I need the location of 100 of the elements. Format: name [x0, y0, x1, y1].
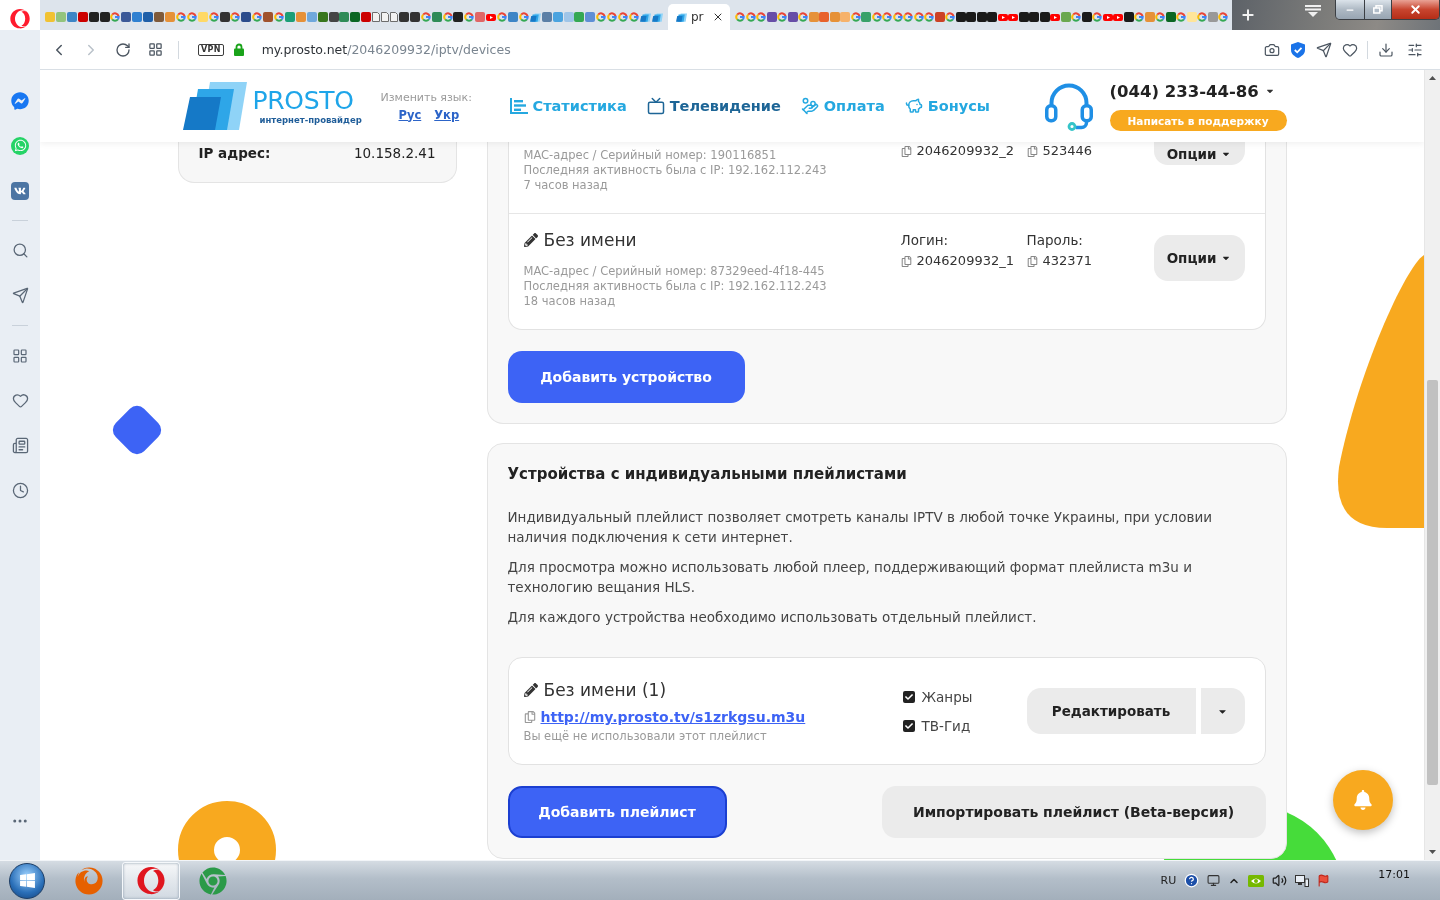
- square-icon[interactable]: [1029, 12, 1039, 22]
- g-icon[interactable]: [596, 12, 607, 22]
- stripes-logo-icon[interactable]: [182, 82, 247, 130]
- play-icon[interactable]: [486, 13, 497, 21]
- document-icon[interactable]: [381, 12, 390, 22]
- g-icon[interactable]: [756, 12, 766, 22]
- square-icon[interactable]: [1018, 12, 1029, 22]
- square-icon[interactable]: [219, 12, 230, 22]
- g-icon[interactable]: [1218, 12, 1228, 22]
- bell-button[interactable]: [1333, 770, 1393, 830]
- g-icon[interactable]: [735, 12, 745, 22]
- play-icon[interactable]: [1113, 13, 1123, 21]
- g-icon[interactable]: [924, 12, 934, 22]
- g-icon[interactable]: [497, 12, 508, 22]
- g-icon[interactable]: [1197, 12, 1207, 22]
- add-device-button[interactable]: Добавить устройство: [507, 351, 745, 403]
- square-icon[interactable]: [99, 12, 110, 22]
- g-icon[interactable]: [1176, 12, 1186, 22]
- square-icon[interactable]: [1039, 12, 1050, 22]
- g-icon[interactable]: [798, 12, 808, 22]
- checkbox[interactable]: [902, 690, 915, 703]
- reload-icon[interactable]: [115, 41, 131, 58]
- square-icon[interactable]: [966, 12, 976, 22]
- heart-icon[interactable]: [1342, 41, 1358, 58]
- square-icon[interactable]: [241, 12, 252, 22]
- scroll-down-icon[interactable]: [1429, 850, 1436, 854]
- address-field[interactable]: my.prosto.net/2046209932/iptv/devices: [261, 42, 511, 57]
- stripes-logo-icon[interactable]: [639, 12, 651, 22]
- g-icon[interactable]: [777, 12, 787, 22]
- play-icon[interactable]: [997, 13, 1008, 21]
- square-icon[interactable]: [976, 12, 987, 22]
- nav-link[interactable]: Телевидение: [646, 97, 781, 115]
- stripes-logo-icon[interactable]: [676, 12, 687, 22]
- play-icon[interactable]: [1102, 13, 1113, 21]
- phone-bubble-icon[interactable]: [11, 136, 29, 155]
- play-icon[interactable]: [1050, 13, 1060, 21]
- g-icon[interactable]: [274, 12, 285, 22]
- g-icon[interactable]: [903, 12, 913, 22]
- g-icon[interactable]: [745, 12, 756, 22]
- chat-bubble-icon[interactable]: [11, 91, 29, 110]
- fox-globe-icon[interactable]: [75, 866, 103, 895]
- network-icon[interactable]: [1295, 874, 1310, 887]
- grid-icon[interactable]: [147, 42, 163, 57]
- g-icon[interactable]: [175, 12, 186, 22]
- import-playlist-button[interactable]: Импортировать плейлист (Beta-версия): [881, 786, 1266, 838]
- language-indicator[interactable]: RU: [1160, 874, 1177, 887]
- shield-icon[interactable]: [1291, 41, 1305, 58]
- settings-icon[interactable]: [1407, 41, 1423, 58]
- square-logo-icon[interactable]: [11, 181, 29, 200]
- search-icon[interactable]: [11, 242, 29, 259]
- g-icon[interactable]: [186, 12, 197, 22]
- checkbox[interactable]: [902, 719, 915, 732]
- camera-icon[interactable]: [1264, 41, 1280, 58]
- vpn-badge[interactable]: VPN: [198, 43, 224, 56]
- tab-menu-icon[interactable]: [1305, 5, 1321, 17]
- send-icon[interactable]: [11, 287, 29, 304]
- square-icon[interactable]: [453, 12, 464, 22]
- ring-logo-icon[interactable]: [10, 9, 30, 29]
- close-button[interactable]: [1391, 0, 1439, 19]
- g-icon[interactable]: [913, 12, 924, 22]
- flag-icon[interactable]: [1317, 874, 1331, 887]
- g-icon[interactable]: [628, 12, 639, 22]
- g-icon[interactable]: [892, 12, 903, 22]
- eye-logo-icon[interactable]: [1248, 874, 1265, 887]
- news-icon[interactable]: [11, 437, 29, 454]
- square-icon[interactable]: [398, 12, 409, 22]
- g-icon[interactable]: [882, 12, 892, 22]
- scroll-thumb[interactable]: [1427, 380, 1438, 785]
- ring-logo-icon[interactable]: [137, 866, 165, 895]
- clock[interactable]: 17:01: [1378, 867, 1410, 881]
- g-icon[interactable]: [252, 12, 263, 22]
- square-icon[interactable]: [328, 12, 339, 22]
- g-icon[interactable]: [850, 12, 861, 22]
- g-icon[interactable]: [1155, 12, 1165, 22]
- download-icon[interactable]: [1378, 41, 1394, 58]
- square-icon[interactable]: [88, 12, 99, 22]
- bell-icon[interactable]: [1353, 790, 1373, 810]
- playlist-link[interactable]: http://my.prosto.tv/s1zrkgsu.m3u: [540, 709, 806, 725]
- flag-logo-icon[interactable]: [18, 872, 36, 889]
- edit-button[interactable]: Редактировать: [1026, 688, 1196, 734]
- copy-icon[interactable]: [900, 255, 912, 267]
- square-icon[interactable]: [955, 12, 966, 22]
- copy-icon[interactable]: [1026, 145, 1038, 157]
- copy-icon[interactable]: [900, 145, 912, 157]
- square-icon[interactable]: [1123, 12, 1134, 22]
- close-icon[interactable]: [712, 11, 724, 23]
- square-icon[interactable]: [1081, 12, 1092, 22]
- speaker-icon[interactable]: [1272, 873, 1288, 888]
- add-playlist-button[interactable]: Добавить плейлист: [507, 786, 727, 838]
- close-icon[interactable]: [1409, 3, 1422, 16]
- stripes-logo-icon[interactable]: [529, 12, 541, 22]
- options-button[interactable]: Опции: [1153, 142, 1245, 165]
- square-icon[interactable]: [409, 12, 420, 22]
- language-link[interactable]: Рус: [398, 106, 422, 123]
- plus-icon[interactable]: [1240, 7, 1256, 23]
- square-icon[interactable]: [987, 12, 997, 22]
- taskbar-app-button[interactable]: [122, 861, 180, 900]
- pencil-icon[interactable]: [523, 233, 538, 247]
- browser-tab[interactable]: pr: [668, 4, 730, 30]
- document-icon[interactable]: [390, 12, 398, 22]
